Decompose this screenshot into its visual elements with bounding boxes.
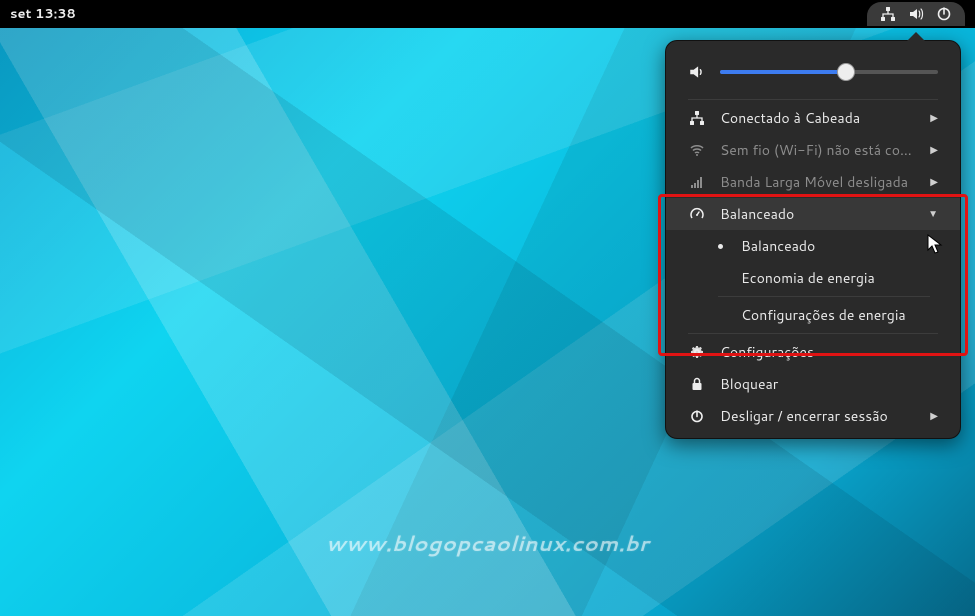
wifi-off-icon [688, 142, 706, 158]
chevron-right-icon: ▶ [930, 409, 938, 423]
gear-icon [688, 344, 706, 360]
menu-label: Bloquear [720, 374, 938, 394]
top-bar: set 13:38 [0, 0, 975, 28]
separator [718, 296, 930, 297]
menu-item-lock[interactable]: Bloquear [666, 368, 960, 400]
watermark-text: www.blogopcaolinux.com.br [326, 528, 649, 558]
clock-label[interactable]: set 13:38 [10, 5, 76, 23]
shutdown-icon [688, 408, 706, 424]
volume-slider[interactable] [720, 70, 938, 74]
menu-item-power-profile[interactable]: Balanceado ▼ [666, 198, 960, 230]
volume-slider-thumb[interactable] [837, 63, 855, 81]
submenu-item-power-saver[interactable]: Economia de energia [666, 262, 960, 294]
system-tray[interactable] [867, 2, 965, 26]
speaker-icon [688, 63, 706, 81]
system-menu: Conectado à Cabeada ▶ Sem fio (Wi-Fi) nã… [665, 40, 961, 439]
separator [688, 333, 938, 334]
submenu-label: Economia de energia [741, 268, 938, 288]
volume-row [666, 41, 960, 97]
chevron-right-icon: ▶ [930, 175, 938, 189]
menu-item-settings[interactable]: Configurações [666, 336, 960, 368]
menu-label: Conectado à Cabeada [720, 108, 916, 128]
network-wired-icon [879, 6, 897, 22]
submenu-item-balanced[interactable]: Balanceado [666, 230, 960, 262]
power-profile-icon [688, 206, 706, 222]
active-indicator-icon [718, 244, 723, 249]
chevron-down-icon: ▼ [928, 207, 938, 221]
menu-label: Sem fio (Wi-Fi) não está con… [720, 140, 916, 160]
menu-label: Configurações [720, 342, 938, 362]
menu-item-power-off[interactable]: Desligar / encerrar sessão ▶ [666, 400, 960, 432]
lock-icon [688, 376, 706, 392]
volume-slider-fill [720, 70, 846, 74]
chevron-right-icon: ▶ [930, 143, 938, 157]
menu-item-wifi[interactable]: Sem fio (Wi-Fi) não está con… ▶ [666, 134, 960, 166]
network-wired-icon [688, 110, 706, 126]
submenu-item-power-settings[interactable]: Configurações de energia [666, 299, 960, 331]
volume-icon [907, 6, 925, 22]
menu-label: Balanceado [720, 204, 914, 224]
cellular-off-icon [688, 174, 706, 190]
separator [688, 99, 938, 100]
menu-item-wired[interactable]: Conectado à Cabeada ▶ [666, 102, 960, 134]
submenu-label: Configurações de energia [741, 305, 938, 325]
menu-label: Banda Larga Móvel desligada [720, 172, 916, 192]
chevron-right-icon: ▶ [930, 111, 938, 125]
menu-label: Desligar / encerrar sessão [720, 406, 916, 426]
power-profile-submenu: Balanceado Economia de energia Configura… [666, 230, 960, 331]
menu-item-mobile[interactable]: Banda Larga Móvel desligada ▶ [666, 166, 960, 198]
submenu-label: Balanceado [741, 236, 938, 256]
power-icon [935, 6, 953, 22]
